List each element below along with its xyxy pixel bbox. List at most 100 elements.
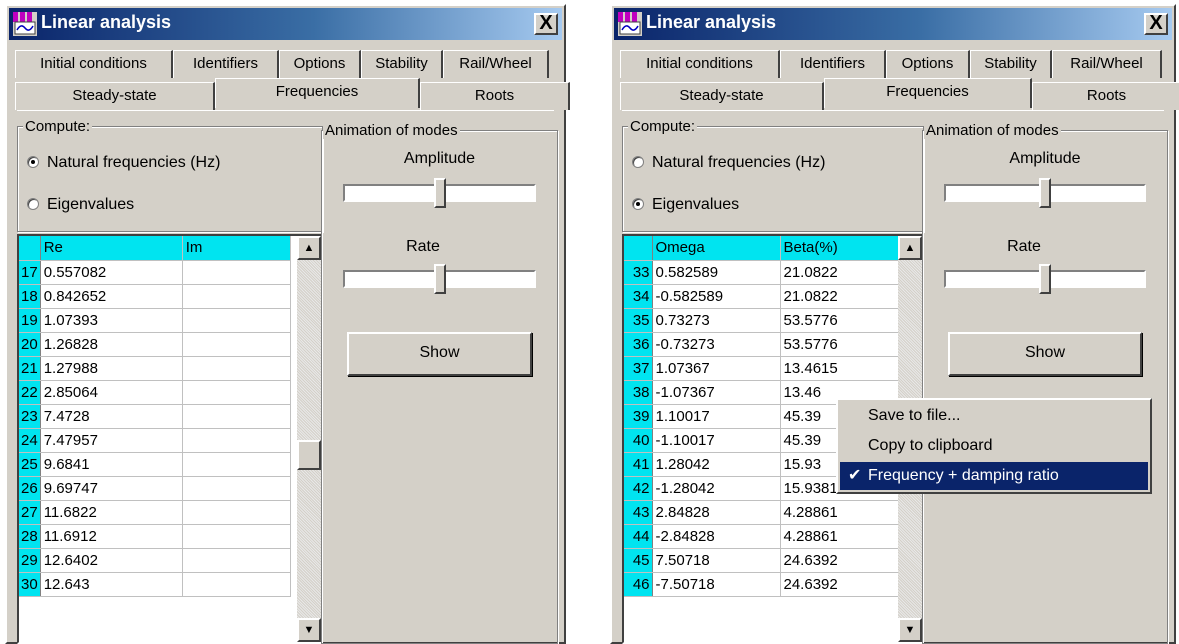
grid-cell[interactable]: 1.10017	[652, 404, 781, 429]
results-grid[interactable]: Re Im 17 0.557082 18 0.842652 19 1.07393…	[17, 234, 323, 644]
grid-cell[interactable]	[182, 476, 291, 501]
table-row[interactable]: 21 1.27988	[19, 356, 291, 381]
grid-cell[interactable]: 1.26828	[40, 332, 183, 357]
grid-cell[interactable]: 0.557082	[40, 260, 183, 285]
grid-cell[interactable]: 11.6822	[40, 500, 183, 525]
grid-cell[interactable]	[182, 356, 291, 381]
slider-thumb[interactable]	[1039, 264, 1051, 294]
scroll-up-button[interactable]: ▲	[297, 236, 321, 260]
menu-item-frequency-damping-ratio[interactable]: ✔ Frequency + damping ratio	[840, 462, 1148, 490]
rate-slider[interactable]	[343, 264, 536, 294]
grid-cell[interactable]: 9.69747	[40, 476, 183, 501]
grid-cell[interactable]	[182, 524, 291, 549]
grid-cell[interactable]: 12.6402	[40, 548, 183, 573]
grid-cell[interactable]: 2.85064	[40, 380, 183, 405]
grid-cell[interactable]: 24.6392	[780, 572, 899, 597]
grid-cell[interactable]	[182, 500, 291, 525]
tab-steady-state[interactable]: Steady-state	[15, 82, 215, 110]
tab-rail-wheel[interactable]: Rail/Wheel	[1052, 50, 1162, 78]
tab-options[interactable]: Options	[279, 50, 361, 78]
table-row[interactable]: 43 2.84828 4.28861	[624, 500, 899, 525]
table-row[interactable]: 36 -0.73273 53.5776	[624, 332, 899, 357]
grid-cell[interactable]: 21.0822	[780, 260, 899, 285]
grid-cell[interactable]: -2.84828	[652, 524, 781, 549]
grid-cell[interactable]: -1.07367	[652, 380, 781, 405]
grid-cell[interactable]: -0.73273	[652, 332, 781, 357]
radio-natural-frequencies[interactable]: Natural frequencies (Hz)	[632, 154, 825, 172]
grid-cell[interactable]	[182, 308, 291, 333]
menu-item-copy-to-clipboard[interactable]: Copy to clipboard	[840, 432, 1148, 460]
tab-frequencies[interactable]: Frequencies	[824, 78, 1032, 108]
rate-slider[interactable]	[944, 264, 1146, 294]
grid-cell[interactable]: -1.28042	[652, 476, 781, 501]
grid-cell[interactable]: 1.07393	[40, 308, 183, 333]
grid-cell[interactable]: 7.50718	[652, 548, 781, 573]
table-row[interactable]: 22 2.85064	[19, 380, 291, 405]
grid-cell[interactable]: 2.84828	[652, 500, 781, 525]
grid-cell[interactable]: -1.10017	[652, 428, 781, 453]
grid-cell[interactable]	[182, 260, 291, 285]
slider-thumb[interactable]	[1039, 178, 1051, 208]
grid-cell[interactable]: 0.842652	[40, 284, 183, 309]
table-row[interactable]: 45 7.50718 24.6392	[624, 548, 899, 573]
table-row[interactable]: 19 1.07393	[19, 308, 291, 333]
vertical-scrollbar[interactable]: ▲ ▼	[297, 236, 321, 642]
scroll-up-button[interactable]: ▲	[898, 236, 922, 260]
tab-identifiers[interactable]: Identifiers	[173, 50, 279, 78]
scroll-down-button[interactable]: ▼	[297, 618, 321, 642]
grid-cell[interactable]: 4.28861	[780, 524, 899, 549]
table-row[interactable]: 33 0.582589 21.0822	[624, 260, 899, 285]
table-row[interactable]: 23 7.4728	[19, 404, 291, 429]
radio-eigenvalues[interactable]: Eigenvalues	[27, 196, 134, 214]
grid-cell[interactable]: 21.0822	[780, 284, 899, 309]
grid-cell[interactable]: -7.50718	[652, 572, 781, 597]
table-row[interactable]: 28 11.6912	[19, 524, 291, 549]
grid-cell[interactable]: 53.5776	[780, 308, 899, 333]
grid-cell[interactable]: 12.643	[40, 572, 183, 597]
table-row[interactable]: 20 1.26828	[19, 332, 291, 357]
grid-cell[interactable]	[182, 428, 291, 453]
table-row[interactable]: 18 0.842652	[19, 284, 291, 309]
table-row[interactable]: 46 -7.50718 24.6392	[624, 572, 899, 597]
show-button[interactable]: Show	[347, 332, 532, 376]
column-header[interactable]: Beta(%)	[780, 236, 899, 261]
title-bar[interactable]: Linear analysis X	[9, 8, 562, 40]
table-row[interactable]: 34 -0.582589 21.0822	[624, 284, 899, 309]
grid-cell[interactable]: 1.07367	[652, 356, 781, 381]
tab-stability[interactable]: Stability	[361, 50, 443, 78]
table-row[interactable]: 30 12.643	[19, 572, 291, 597]
grid-cell[interactable]: 11.6912	[40, 524, 183, 549]
title-bar[interactable]: Linear analysis X	[614, 8, 1172, 40]
column-header[interactable]: Im	[182, 236, 291, 261]
close-button[interactable]: X	[534, 13, 558, 35]
grid-cell[interactable]: 7.47957	[40, 428, 183, 453]
table-row[interactable]: 35 0.73273 53.5776	[624, 308, 899, 333]
grid-cell[interactable]	[182, 572, 291, 597]
grid-cell[interactable]: 9.6841	[40, 452, 183, 477]
grid-cell[interactable]: 7.4728	[40, 404, 183, 429]
close-button[interactable]: X	[1144, 13, 1168, 35]
table-row[interactable]: 25 9.6841	[19, 452, 291, 477]
grid-cell[interactable]	[182, 452, 291, 477]
table-row[interactable]: 24 7.47957	[19, 428, 291, 453]
grid-cell[interactable]: 0.582589	[652, 260, 781, 285]
grid-cell[interactable]: 1.27988	[40, 356, 183, 381]
tab-roots[interactable]: Roots	[1032, 82, 1179, 110]
grid-cell[interactable]: 0.73273	[652, 308, 781, 333]
menu-item-save-to-file[interactable]: Save to file...	[840, 402, 1148, 430]
scroll-thumb[interactable]	[297, 440, 321, 470]
slider-thumb[interactable]	[434, 264, 446, 294]
tab-stability[interactable]: Stability	[970, 50, 1052, 78]
amplitude-slider[interactable]	[944, 178, 1146, 208]
grid-cell[interactable]	[182, 548, 291, 573]
table-row[interactable]: 17 0.557082	[19, 260, 291, 285]
grid-cell[interactable]	[182, 332, 291, 357]
tab-identifiers[interactable]: Identifiers	[780, 50, 886, 78]
scroll-down-button[interactable]: ▼	[898, 618, 922, 642]
tab-roots[interactable]: Roots	[420, 82, 570, 110]
radio-eigenvalues[interactable]: Eigenvalues	[632, 196, 739, 214]
table-row[interactable]: 37 1.07367 13.4615	[624, 356, 899, 381]
grid-cell[interactable]	[182, 380, 291, 405]
table-row[interactable]: 26 9.69747	[19, 476, 291, 501]
tab-options[interactable]: Options	[886, 50, 970, 78]
